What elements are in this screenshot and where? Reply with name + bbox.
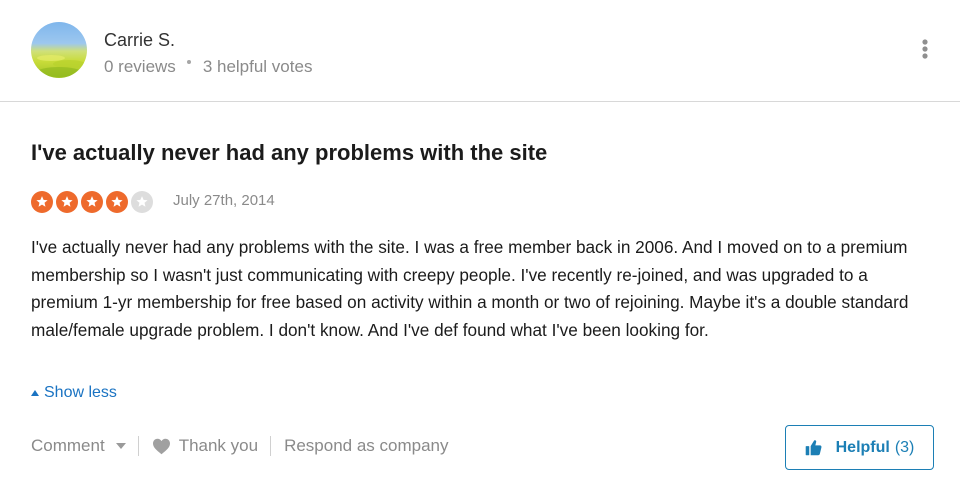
reviewer-name[interactable]: Carrie S. <box>104 30 175 51</box>
stats-separator <box>186 60 191 64</box>
thumbs-up-icon <box>805 440 822 456</box>
reviewer-header: Carrie S. 0 reviews 3 helpful votes <box>0 0 960 102</box>
chevron-down-icon <box>115 443 126 449</box>
reviewer-stats: 0 reviews 3 helpful votes <box>104 57 312 77</box>
helpful-count: (3) <box>894 438 915 456</box>
helpful-vote-count: 3 helpful votes <box>202 57 313 76</box>
helpful-button[interactable]: Helpful (3) <box>785 425 934 470</box>
avatar[interactable] <box>31 22 87 78</box>
thank-you-button[interactable]: Thank you <box>152 436 258 456</box>
review-count: 0 reviews <box>104 57 176 76</box>
star-filled-icon <box>81 191 103 213</box>
star-filled-icon <box>106 191 128 213</box>
respond-label: Respond as company <box>284 436 449 455</box>
star-rating <box>31 191 153 213</box>
star-filled-icon <box>56 191 78 213</box>
comment-button[interactable]: Comment <box>31 436 126 456</box>
thank-you-label: Thank you <box>178 436 259 455</box>
show-less-link[interactable]: Show less <box>31 384 117 402</box>
show-less-label: Show less <box>44 384 117 401</box>
star-filled-icon <box>31 191 53 213</box>
heart-icon <box>152 438 170 454</box>
review-date: July 27th, 2014 <box>173 192 275 209</box>
action-divider <box>270 436 272 456</box>
review-actions: Comment Thank you Respond as company <box>31 434 449 458</box>
caret-up-icon <box>31 390 39 396</box>
action-divider <box>137 436 139 456</box>
review-body: I've actually never had any problems wit… <box>31 237 909 340</box>
comment-label: Comment <box>31 436 105 455</box>
star-empty-icon <box>131 191 153 213</box>
helpful-label: Helpful <box>835 438 890 456</box>
respond-as-company-button[interactable]: Respond as company <box>284 436 448 456</box>
avatar-image <box>37 55 85 77</box>
more-vertical-icon[interactable] <box>917 38 933 62</box>
review-title: I've actually never had any problems wit… <box>31 140 548 165</box>
